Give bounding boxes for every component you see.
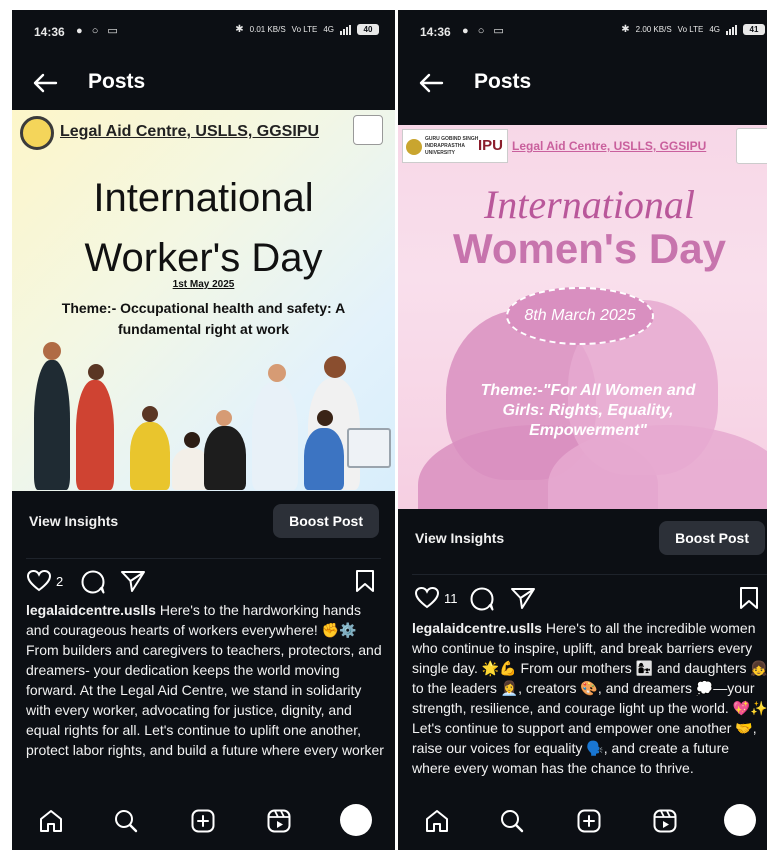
- post-actions: 2: [12, 563, 395, 597]
- reels-icon[interactable]: [652, 808, 678, 834]
- comment-icon[interactable]: [469, 586, 495, 612]
- heart-icon[interactable]: [26, 569, 52, 593]
- boost-post-button[interactable]: Boost Post: [659, 521, 765, 555]
- university-banner: GURU GOBIND SINGH INDRAPRASTHA UNIVERSIT…: [402, 129, 508, 163]
- top-bar: Posts: [398, 60, 767, 106]
- volte-indicator: Vo LTE: [291, 25, 318, 34]
- post-headline-line1: International: [93, 176, 314, 220]
- view-insights-link[interactable]: View Insights: [29, 513, 118, 529]
- bottom-nav: [12, 794, 395, 850]
- status-bar: 14:36 ● ○ ▭ ✱ 2.00 KB/S Vo LTE 4G 41: [398, 10, 767, 54]
- divider: [412, 574, 767, 575]
- phone-screen-right: 14:36 ● ○ ▭ ✱ 2.00 KB/S Vo LTE 4G 41 Pos…: [398, 10, 767, 850]
- divider: [26, 558, 381, 559]
- comment-icon[interactable]: [80, 569, 106, 595]
- post-caption: legalaidcentre.uslls Here's to the hardw…: [26, 600, 385, 790]
- bookmark-icon[interactable]: [738, 586, 760, 610]
- caption-text: Here's to the hardworking hands and cour…: [26, 602, 384, 758]
- post-headline-line2: Women's Day: [453, 225, 726, 272]
- reels-icon[interactable]: [266, 808, 292, 834]
- back-arrow-icon[interactable]: [416, 68, 446, 98]
- post-date: 8th March 2025: [524, 307, 636, 324]
- post-image[interactable]: GURU GOBIND SINGH INDRAPRASTHA UNIVERSIT…: [398, 125, 767, 509]
- caption-username[interactable]: legalaidcentre.uslls: [26, 602, 156, 618]
- notification-icons: ● ○ ▭: [76, 25, 121, 37]
- post-headline-line1: International: [483, 182, 696, 227]
- network-type: 4G: [323, 25, 334, 34]
- net-speed: 0.01 KB/S: [249, 25, 286, 34]
- bottom-nav: [398, 794, 767, 850]
- org-logo: [20, 116, 54, 150]
- view-insights-link[interactable]: View Insights: [415, 530, 504, 546]
- status-right: ✱ 2.00 KB/S Vo LTE 4G 41: [621, 24, 765, 35]
- top-bar: Posts: [12, 60, 395, 106]
- page-title: Posts: [88, 70, 146, 93]
- search-icon[interactable]: [499, 808, 525, 834]
- signal-icon: [340, 24, 351, 35]
- notification-icons: ● ○ ▭: [462, 25, 507, 37]
- like-count: 11: [444, 591, 458, 606]
- status-bar: 14:36 ● ○ ▭ ✱ 0.01 KB/S Vo LTE 4G 40: [12, 10, 395, 54]
- phone-screen-left: 14:36 ● ○ ▭ ✱ 0.01 KB/S Vo LTE 4G 40 Pos…: [12, 10, 395, 850]
- battery-icon: 41: [743, 24, 765, 35]
- caption-username[interactable]: legalaidcentre.uslls: [412, 620, 542, 636]
- profile-avatar[interactable]: [340, 804, 372, 836]
- post-theme: Theme:- Occupational health and safety: …: [61, 300, 346, 337]
- net-speed: 2.00 KB/S: [635, 25, 672, 34]
- share-icon[interactable]: [510, 586, 536, 610]
- share-icon[interactable]: [120, 569, 146, 593]
- post-actions: 11: [398, 580, 767, 614]
- back-arrow-icon[interactable]: [30, 68, 60, 98]
- insights-row: View Insights Boost Post: [398, 511, 767, 567]
- university-logo: [353, 115, 383, 145]
- like-count: 2: [56, 574, 64, 589]
- post-image[interactable]: Legal Aid Centre, USLLS, GGSIPU Internat…: [12, 110, 395, 491]
- home-icon[interactable]: [424, 808, 450, 834]
- search-icon[interactable]: [113, 808, 139, 834]
- org-logo: [736, 128, 767, 164]
- ipu-logo: IPU: [477, 137, 503, 154]
- signal-icon: [726, 24, 737, 35]
- post-org-name: Legal Aid Centre, USLLS, GGSIPU: [60, 123, 319, 140]
- status-right: ✱ 0.01 KB/S Vo LTE 4G 40: [235, 24, 379, 35]
- post-caption: legalaidcentre.uslls Here's to all the i…: [412, 618, 767, 792]
- page-title: Posts: [474, 70, 532, 93]
- profile-avatar[interactable]: [724, 804, 756, 836]
- bluetooth-icon: ✱: [621, 24, 630, 35]
- status-time: 14:36: [34, 25, 65, 39]
- create-icon[interactable]: [190, 808, 216, 834]
- boost-post-button[interactable]: Boost Post: [273, 504, 379, 538]
- volte-indicator: Vo LTE: [677, 25, 704, 34]
- create-icon[interactable]: [576, 808, 602, 834]
- post-headline-line2: Worker's Day: [84, 236, 323, 280]
- post-theme: Theme:-"For All Women and Girls: Rights,…: [480, 382, 696, 439]
- insights-row: View Insights Boost Post: [12, 494, 395, 550]
- heart-icon[interactable]: [414, 586, 440, 610]
- post-date: 1st May 2025: [172, 279, 235, 290]
- network-type: 4G: [709, 25, 720, 34]
- caption-text: Here's to all the incredible women who c…: [412, 620, 767, 776]
- status-time: 14:36: [420, 25, 451, 39]
- bookmark-icon[interactable]: [354, 569, 376, 593]
- battery-icon: 40: [357, 24, 379, 35]
- post-org-name: Legal Aid Centre, USLLS, GGSIPU: [512, 139, 707, 153]
- bluetooth-icon: ✱: [235, 24, 244, 35]
- home-icon[interactable]: [38, 808, 64, 834]
